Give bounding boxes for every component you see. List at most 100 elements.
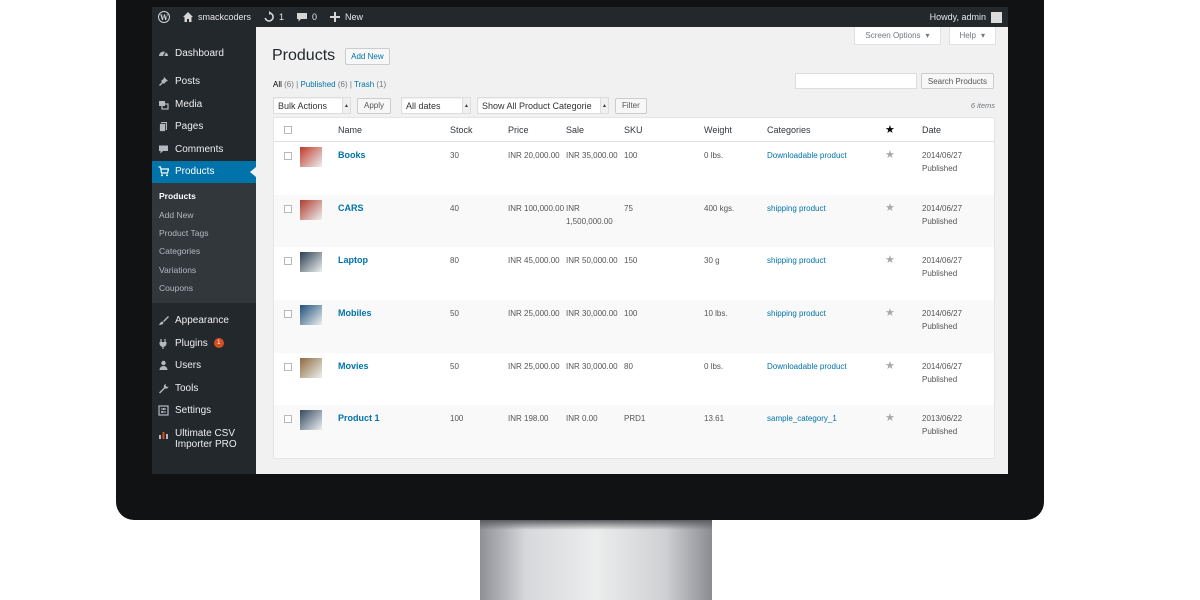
product-name-link[interactable]: Laptop <box>338 255 368 265</box>
status-value: Published <box>922 269 958 279</box>
submenu-item-categories[interactable]: Categories <box>152 242 256 260</box>
column-header-weight: Weight <box>704 124 732 135</box>
select-arrow-icon: ▲ <box>462 98 471 113</box>
row-checkbox[interactable] <box>284 152 292 160</box>
select-all-cell <box>274 118 300 142</box>
category-link[interactable]: Downloadable product <box>767 362 847 371</box>
product-thumbnail[interactable] <box>300 147 322 167</box>
submenu-item-variations[interactable]: Variations <box>152 261 256 279</box>
star-icon[interactable]: ★ <box>885 254 895 266</box>
date-filter-select[interactable]: All dates ▲ <box>401 97 472 114</box>
submenu-item-coupons[interactable]: Coupons <box>152 279 256 297</box>
column-header-date[interactable]: Date <box>922 118 992 142</box>
product-name-link[interactable]: Movies <box>338 361 369 371</box>
sidebar-item-label: Pages <box>175 121 204 133</box>
product-thumbnail-cell <box>300 357 338 382</box>
my-account-menu[interactable]: Howdy, admin <box>930 11 1008 23</box>
star-icon[interactable]: ★ <box>885 202 895 214</box>
column-header-name[interactable]: Name <box>338 118 450 142</box>
row-checkbox-cell <box>274 360 300 375</box>
sidebar-item-users[interactable]: Users <box>152 354 256 377</box>
select-all-checkbox[interactable] <box>284 126 292 135</box>
submenu-item-add-new[interactable]: Add New <box>152 205 256 223</box>
category-filter-select[interactable]: Show All Product Categorie ▲ <box>477 97 610 114</box>
sidebar-item-appearance[interactable]: Appearance <box>152 309 256 332</box>
row-checkbox[interactable] <box>284 204 292 213</box>
row-checkbox[interactable] <box>284 415 292 424</box>
row-checkbox[interactable] <box>284 362 292 371</box>
filter-all[interactable]: All <box>273 80 282 89</box>
date-value: 2014/06/27 <box>922 256 963 266</box>
row-checkbox[interactable] <box>284 310 292 319</box>
search-products-button[interactable]: Search Products <box>920 73 994 89</box>
filter-button[interactable]: Filter <box>615 97 647 114</box>
updates-count: 1 <box>279 12 285 22</box>
screen-meta-links: Screen Options ▾ Help ▾ <box>854 27 996 45</box>
product-thumbnail[interactable] <box>300 199 322 220</box>
product-name-link[interactable]: CARS <box>338 203 364 213</box>
date-value: 2014/06/27 <box>922 203 963 213</box>
product-thumbnail[interactable] <box>300 410 322 431</box>
star-icon[interactable]: ★ <box>885 149 895 161</box>
sidebar-item-products[interactable]: Products <box>152 160 256 183</box>
filter-trash[interactable]: Trash <box>354 80 374 89</box>
brush-icon <box>158 315 169 326</box>
category-link[interactable]: shipping product <box>767 309 826 318</box>
star-icon[interactable]: ★ <box>885 412 895 424</box>
submenu-item-product-tags[interactable]: Product Tags <box>152 224 256 242</box>
page-title: Products <box>272 47 336 64</box>
sidebar-item-settings[interactable]: Settings <box>152 399 256 422</box>
product-name-link[interactable]: Mobiles <box>338 308 372 318</box>
filter-all-count: (6) <box>284 80 294 89</box>
add-new-button[interactable]: Add New <box>345 47 390 65</box>
category-link[interactable]: Downloadable product <box>767 151 847 160</box>
table-row: Product 1 100 INR 198.00 INR 0.00 PRD1 13.61 s… <box>274 405 994 459</box>
sidebar-item-media[interactable]: Media <box>152 93 256 116</box>
sku-cell: 80 <box>624 361 633 371</box>
bulk-actions-select[interactable]: Bulk Actions ▲ <box>273 97 351 114</box>
stock-cell: 50 <box>450 361 459 371</box>
sidebar-item-ultimate-csv-importer[interactable]: Ultimate CSV Importer PRO <box>152 428 256 454</box>
submenu-item-products[interactable]: Products <box>152 187 256 205</box>
product-thumbnail[interactable] <box>300 252 322 273</box>
category-link[interactable]: shipping product <box>767 204 826 213</box>
status-filters: All (6) | Published (6) | Trash (1) <box>273 80 386 89</box>
updates-menu[interactable]: 1 <box>257 7 290 27</box>
category-filter-value: Show All Product Categorie <box>482 100 592 111</box>
plus-icon <box>330 12 341 22</box>
date-cell: 2014/06/27 Published <box>922 254 992 280</box>
category-link[interactable]: shipping product <box>767 256 826 265</box>
screen-options-button[interactable]: Screen Options ▾ <box>854 27 941 45</box>
apply-button[interactable]: Apply <box>357 97 392 114</box>
filter-published[interactable]: Published <box>300 80 335 89</box>
site-name-menu[interactable]: smackcoders <box>176 7 257 27</box>
product-thumbnail-cell <box>300 305 338 329</box>
sidebar-item-tools[interactable]: Tools <box>152 377 256 400</box>
column-header-price[interactable]: Price <box>508 118 566 142</box>
category-link[interactable]: sample_category_1 <box>767 414 837 423</box>
column-header-categories: Categories <box>767 124 811 135</box>
product-thumbnail[interactable] <box>300 305 322 326</box>
product-name-link[interactable]: Product 1 <box>338 413 380 423</box>
product-thumbnail-cell <box>300 410 338 434</box>
column-header-featured[interactable]: ★ <box>885 118 922 142</box>
comments-menu[interactable]: 0 <box>290 7 323 27</box>
sidebar-item-dashboard[interactable]: Dashboard <box>152 42 256 65</box>
row-checkbox[interactable] <box>284 257 292 266</box>
star-icon[interactable]: ★ <box>885 307 895 319</box>
wp-logo-menu[interactable]: W <box>152 7 176 27</box>
star-icon[interactable]: ★ <box>885 360 895 372</box>
product-name-link[interactable]: Books <box>338 150 366 160</box>
sidebar-item-plugins[interactable]: Plugins 1 <box>152 332 256 355</box>
sidebar-item-pages[interactable]: Pages <box>152 116 256 139</box>
weight-cell: 400 kgs. <box>704 203 735 213</box>
new-content-menu[interactable]: New <box>323 7 369 27</box>
search-input[interactable] <box>794 73 917 89</box>
column-header-sku[interactable]: SKU <box>624 118 704 142</box>
product-thumbnail[interactable] <box>300 357 322 378</box>
date-value: 2014/06/27 <box>922 151 963 160</box>
sidebar-item-posts[interactable]: Posts <box>152 71 256 94</box>
help-button[interactable]: Help ▾ <box>948 27 996 45</box>
sidebar-item-comments[interactable]: Comments <box>152 138 256 161</box>
status-value: Published <box>922 164 958 173</box>
